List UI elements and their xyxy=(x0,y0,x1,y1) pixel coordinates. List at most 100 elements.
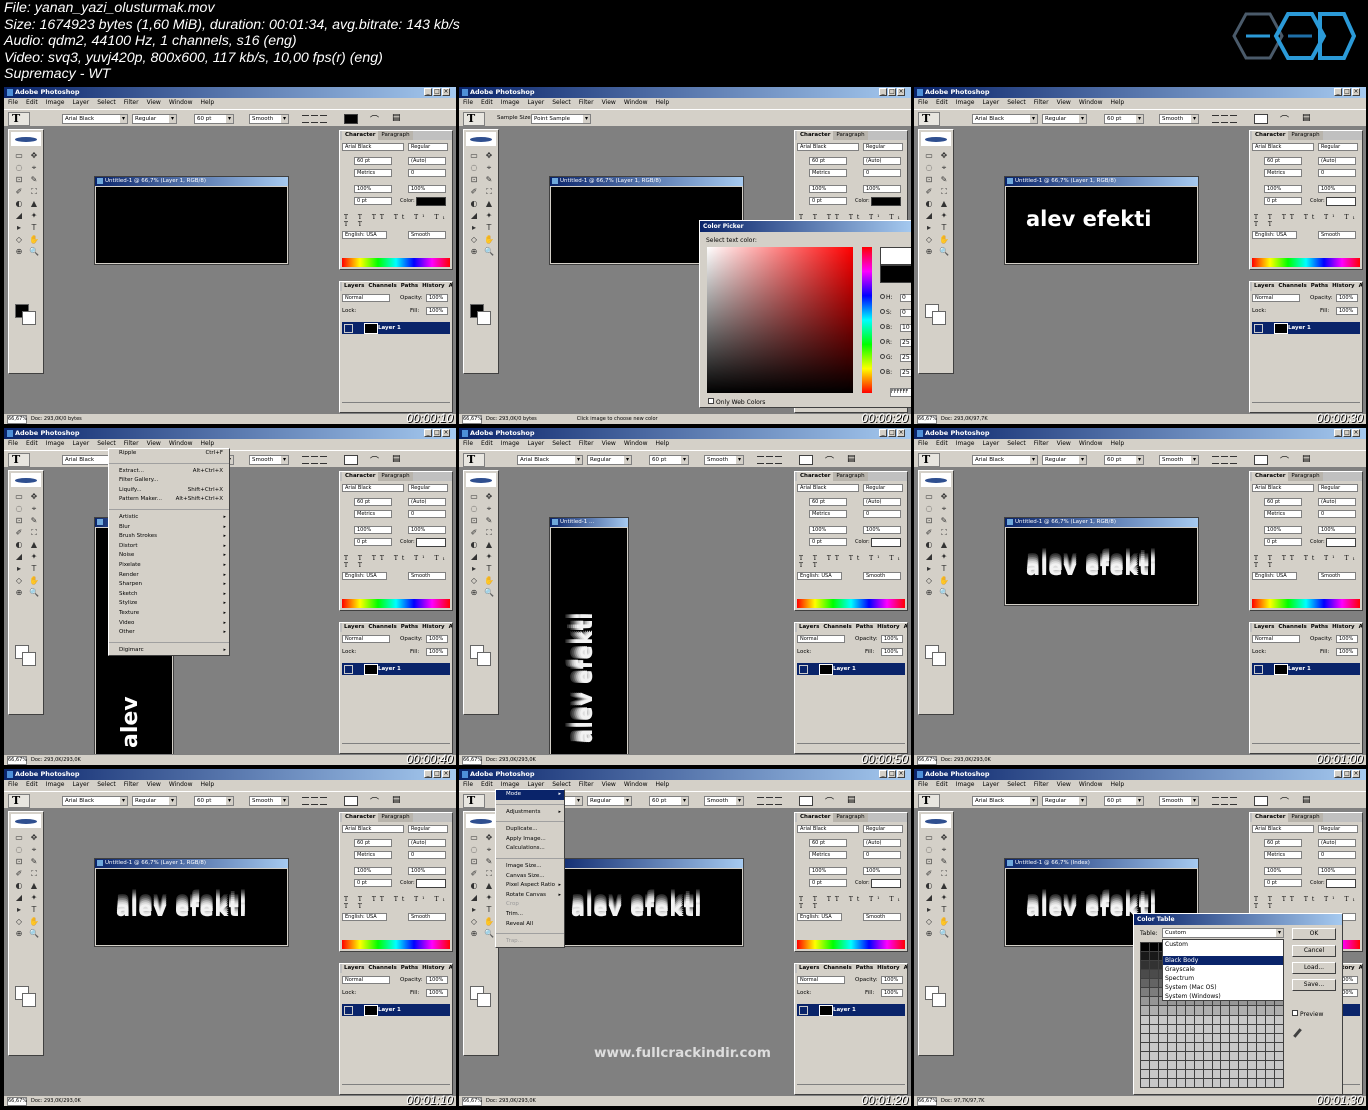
table-option[interactable]: System (Mac OS) xyxy=(1163,983,1283,992)
character-field[interactable]: 0 pt xyxy=(809,197,847,205)
background-color-swatch[interactable] xyxy=(932,311,946,325)
color-cell[interactable] xyxy=(1266,1015,1275,1024)
color-cell[interactable] xyxy=(1257,1015,1266,1024)
background-color-swatch[interactable] xyxy=(932,993,946,1007)
panel-tab[interactable]: Actions xyxy=(1356,623,1362,632)
tool-icon[interactable]: ▲ xyxy=(27,880,41,891)
color-cell[interactable] xyxy=(1275,1033,1283,1042)
tool-icon[interactable]: ⊕ xyxy=(12,928,26,939)
align-center-icon[interactable] xyxy=(766,797,773,805)
tool-icon[interactable]: ▸ xyxy=(12,904,26,915)
zoom-field[interactable]: 66,67% xyxy=(917,415,937,424)
menu-select[interactable]: Select xyxy=(552,781,571,788)
color-cell[interactable] xyxy=(1221,1042,1230,1051)
character-field[interactable]: (Auto) xyxy=(1318,157,1356,165)
color-cell[interactable] xyxy=(1149,988,1158,997)
color-cell[interactable] xyxy=(1239,1015,1248,1024)
tool-icon[interactable]: ✥ xyxy=(937,832,951,843)
menu-item[interactable]: Reveal All xyxy=(496,920,564,930)
antialias-select[interactable]: Smooth xyxy=(704,796,744,806)
tool-icon[interactable]: ▲ xyxy=(482,539,496,550)
tool-icon[interactable]: ◇ xyxy=(12,575,26,586)
color-cell[interactable] xyxy=(1185,1015,1194,1024)
close-button[interactable]: × xyxy=(897,88,905,96)
minimize-button[interactable]: _ xyxy=(879,429,887,437)
menu-item[interactable]: Liquify... Shift+Ctrl+X xyxy=(109,486,229,496)
character-field[interactable]: 60 pt xyxy=(1264,498,1302,506)
color-cell[interactable] xyxy=(1248,1060,1257,1069)
color-cell[interactable] xyxy=(1221,1006,1230,1015)
document-window[interactable]: Untitled-1 @ 66,7% (Layer 1, RGB/8) alev … xyxy=(1004,176,1199,265)
character-field[interactable]: Smooth xyxy=(408,572,446,580)
menu-help[interactable]: Help xyxy=(1111,99,1125,106)
character-field[interactable]: Smooth xyxy=(863,572,901,580)
panel-tab[interactable]: Actions xyxy=(1356,964,1362,973)
type-tool-icon[interactable]: T xyxy=(8,794,30,808)
color-cell[interactable] xyxy=(1185,1006,1194,1015)
color-cell[interactable] xyxy=(1185,1069,1194,1078)
zoom-field[interactable]: 66,67% xyxy=(917,1097,937,1106)
font-style-select[interactable]: Regular xyxy=(1042,455,1087,465)
fill-field[interactable]: 100% xyxy=(881,648,903,656)
tool-icon[interactable]: ◢ xyxy=(467,551,481,562)
character-field[interactable]: Regular xyxy=(1318,484,1358,492)
color-cell[interactable] xyxy=(1266,1060,1275,1069)
menu-filter[interactable]: Filter xyxy=(579,99,594,106)
panel-tab[interactable]: Channels xyxy=(821,964,854,973)
tool-icon[interactable]: ✐ xyxy=(467,527,481,538)
font-size-select[interactable]: 60 pt xyxy=(1104,455,1144,465)
menu-image[interactable]: Image xyxy=(956,781,975,788)
panel-tab[interactable]: Layers xyxy=(342,623,367,632)
menu-view[interactable]: View xyxy=(1057,99,1071,106)
menu-filter[interactable]: Filter xyxy=(579,440,594,447)
tool-icon[interactable]: ◌ xyxy=(12,162,26,173)
panel-tab[interactable]: History xyxy=(420,623,447,632)
font-size-select[interactable]: 60 pt xyxy=(649,796,689,806)
tool-icon[interactable]: ⌖ xyxy=(27,503,41,514)
menu-select[interactable]: Select xyxy=(552,99,571,106)
menu-window[interactable]: Window xyxy=(624,440,648,447)
color-cell[interactable] xyxy=(1149,1033,1158,1042)
color-cell[interactable] xyxy=(1230,1051,1239,1060)
tool-icon[interactable]: T xyxy=(482,563,496,574)
type-tool-icon[interactable]: T xyxy=(463,794,485,808)
character-field[interactable]: 0 pt xyxy=(809,879,847,887)
tool-icon[interactable]: ◐ xyxy=(12,880,26,891)
menu-image[interactable]: Image xyxy=(501,440,520,447)
opacity-field[interactable]: 100% xyxy=(426,294,448,302)
panel-tab[interactable]: Paragraph xyxy=(833,813,868,822)
color-cell[interactable] xyxy=(1266,1069,1275,1078)
blend-mode-select[interactable]: Normal xyxy=(342,635,390,643)
tool-icon[interactable]: ✋ xyxy=(937,234,951,245)
tool-icon[interactable]: ✐ xyxy=(12,186,26,197)
character-field[interactable]: 100% xyxy=(809,526,847,534)
menu-filter[interactable]: Filter xyxy=(579,781,594,788)
document-window[interactable]: alev efekti xyxy=(549,858,744,947)
tool-icon[interactable]: ✦ xyxy=(937,210,951,221)
menu-image[interactable]: Image xyxy=(46,99,65,106)
menu-select[interactable]: Select xyxy=(97,440,116,447)
panel-tab[interactable]: Character xyxy=(1252,131,1289,140)
tool-icon[interactable]: ✎ xyxy=(27,515,41,526)
character-field[interactable]: English: USA xyxy=(1252,572,1297,580)
tool-icon[interactable]: T xyxy=(937,222,951,233)
menu-edit[interactable]: Edit xyxy=(26,781,38,788)
color-cell[interactable] xyxy=(1194,1042,1203,1051)
menu-item[interactable]: Sketch ▸ xyxy=(109,590,229,600)
align-left-icon[interactable] xyxy=(1212,115,1219,123)
menu-item[interactable]: Noise ▸ xyxy=(109,551,229,561)
color-cell[interactable] xyxy=(1185,1078,1194,1087)
color-cell[interactable] xyxy=(1239,1033,1248,1042)
tool-icon[interactable]: ▲ xyxy=(27,198,41,209)
menu-filter[interactable]: Filter xyxy=(1034,99,1049,106)
zoom-field[interactable]: 66,67% xyxy=(7,756,27,765)
color-cell[interactable] xyxy=(1176,1006,1185,1015)
color-ramp[interactable] xyxy=(342,258,450,267)
color-cell[interactable] xyxy=(1221,1060,1230,1069)
tool-icon[interactable]: ✋ xyxy=(482,234,496,245)
color-cell[interactable] xyxy=(1141,1069,1149,1078)
warp-text-icon[interactable]: ⌒ xyxy=(825,795,834,808)
character-field[interactable]: 100% xyxy=(809,185,847,193)
minimize-button[interactable]: _ xyxy=(1334,429,1342,437)
menu-item[interactable]: Pixelate ▸ xyxy=(109,561,229,571)
